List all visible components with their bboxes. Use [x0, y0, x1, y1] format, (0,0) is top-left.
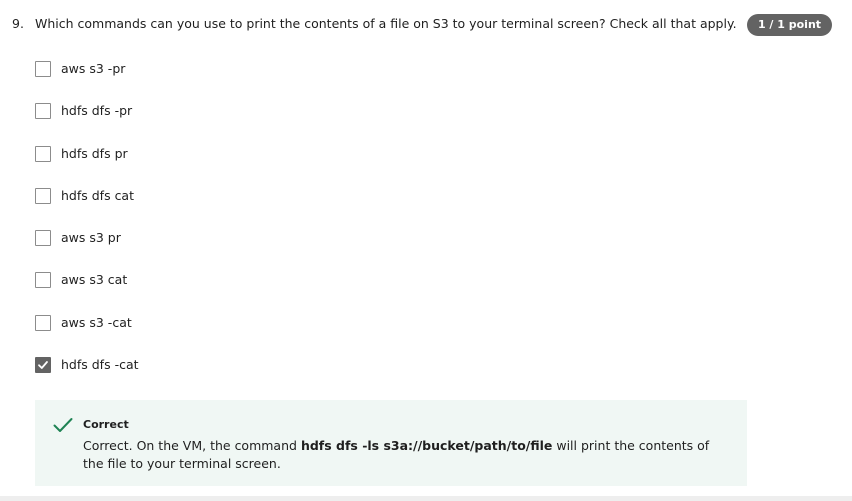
checkbox-checked[interactable]: [35, 357, 51, 374]
feedback-text: Correct. On the VM, the command hdfs dfs…: [83, 437, 733, 473]
checkmark-icon: [38, 361, 48, 369]
option-label: aws s3 pr: [61, 230, 121, 246]
checkbox[interactable]: [35, 187, 51, 204]
option-label: hdfs dfs -pr: [61, 103, 133, 119]
checkbox[interactable]: [35, 145, 51, 162]
points-badge: 1 / 1 point: [747, 14, 832, 36]
option-label: aws s3 cat: [61, 272, 128, 288]
option-label: hdfs dfs cat: [61, 187, 134, 203]
option-label: hdfs dfs pr: [61, 145, 128, 161]
checkbox[interactable]: [35, 314, 51, 331]
checkbox[interactable]: [35, 103, 51, 120]
feedback-status: Correct: [83, 418, 129, 431]
option-label: aws s3 -pr: [61, 61, 126, 76]
checkbox[interactable]: [35, 272, 51, 289]
feedback-command: hdfs dfs -ls s3a://bucket/path/to/file: [300, 438, 553, 453]
bottom-divider: [0, 496, 852, 501]
question-number: 9.: [12, 16, 24, 31]
checkbox[interactable]: [35, 230, 51, 247]
checkmark-icon: [53, 417, 73, 437]
checkbox[interactable]: [35, 61, 51, 77]
feedback-text-before: Correct. On the VM, the command: [83, 438, 301, 453]
question-text: Which commands can you use to print the …: [35, 16, 737, 31]
feedback-panel: Correct Correct. On the VM, the command …: [35, 400, 747, 486]
option-label: hdfs dfs -cat: [61, 357, 139, 373]
option-label: aws s3 -cat: [61, 314, 132, 330]
quiz-question-page: 9. Which commands can you use to print t…: [0, 0, 852, 501]
question-header: 9. Which commands can you use to print t…: [12, 14, 832, 36]
